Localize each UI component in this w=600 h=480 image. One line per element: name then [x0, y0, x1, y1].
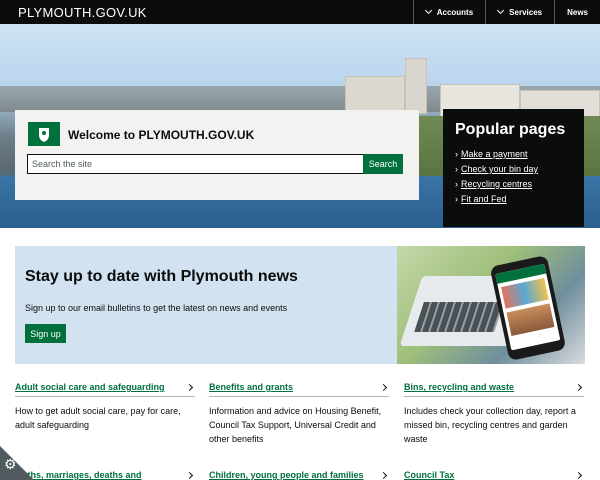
welcome-title: Welcome to PLYMOUTH.GOV.UK: [68, 128, 255, 142]
bullet-icon: ›: [455, 194, 458, 204]
service-children-families: Children, young people and families: [209, 470, 389, 480]
chevron-down-icon: [424, 6, 432, 15]
popular-link-fit-and-fed[interactable]: Fit and Fed: [461, 194, 507, 204]
service-description: How to get adult social care, pay for ca…: [15, 406, 181, 430]
service-bins-recycling: Bins, recycling and waste Includes check…: [404, 382, 584, 446]
list-item: › Recycling centres: [455, 179, 572, 189]
popular-link-make-payment[interactable]: Make a payment: [461, 149, 528, 159]
nav-news-label: News: [567, 7, 588, 17]
bullet-icon: ›: [455, 179, 458, 189]
sign-up-button[interactable]: Sign up: [25, 324, 66, 343]
service-description: Information and advice on Housing Benefi…: [209, 406, 382, 444]
chevron-right-icon: [379, 471, 388, 479]
service-description: Includes check your collection day, repo…: [404, 406, 576, 444]
nav-news[interactable]: News: [554, 0, 600, 24]
list-item: › Make a payment: [455, 149, 572, 159]
welcome-search-panel: Welcome to PLYMOUTH.GOV.UK Search: [15, 110, 419, 200]
list-item: › Check your bin day: [455, 164, 572, 174]
site-logo[interactable]: PLYMOUTH.GOV.UK: [18, 5, 413, 20]
popular-pages-panel: Popular pages › Make a payment › Check you…: [443, 109, 584, 227]
chevron-right-icon: [574, 471, 583, 479]
list-item: › Fit and Fed: [455, 194, 572, 204]
service-link[interactable]: Children, young people and families: [209, 470, 364, 480]
service-births-marriages: Births, marriages, deaths and: [15, 470, 195, 480]
popular-link-bin-day[interactable]: Check your bin day: [461, 164, 538, 174]
service-link[interactable]: Benefits and grants: [209, 382, 293, 392]
chevron-right-icon: [185, 471, 194, 479]
news-phone-image: [397, 246, 585, 364]
news-signup-banner: Stay up to date with Plymouth news Sign …: [15, 246, 585, 364]
search-button[interactable]: Search: [363, 154, 403, 174]
popular-pages-title: Popular pages: [455, 121, 566, 138]
chevron-right-icon: [379, 383, 388, 391]
service-link[interactable]: Bins, recycling and waste: [404, 382, 514, 392]
service-benefits-grants: Benefits and grants Information and advi…: [209, 382, 389, 446]
popular-link-recycling-centres[interactable]: Recycling centres: [461, 179, 532, 189]
service-link[interactable]: Births, marriages, deaths and: [15, 470, 142, 480]
search-input[interactable]: [27, 154, 364, 174]
service-link[interactable]: Council Tax: [404, 470, 454, 480]
chevron-right-icon: [185, 383, 194, 391]
hero-tower: [405, 58, 427, 114]
chevron-down-icon: [497, 6, 505, 15]
council-crest-icon: [28, 122, 60, 146]
news-title: Stay up to date with Plymouth news: [25, 268, 298, 285]
news-description: Sign up to our email bulletins to get th…: [25, 303, 288, 313]
bullet-icon: ›: [455, 164, 458, 174]
service-adult-social-care: Adult social care and safeguarding How t…: [15, 382, 195, 432]
nav-services-label: Services: [509, 7, 543, 17]
service-council-tax: Council Tax: [404, 470, 584, 480]
nav-accounts-label: Accounts: [436, 7, 474, 17]
nav-accounts[interactable]: Accounts: [412, 0, 485, 24]
site-header: PLYMOUTH.GOV.UK Accounts Services News: [0, 0, 600, 24]
nav-services[interactable]: Services: [485, 0, 554, 24]
gear-icon[interactable]: ⚙: [4, 456, 20, 472]
chevron-right-icon: [574, 383, 583, 391]
service-link[interactable]: Adult social care and safeguarding: [15, 382, 165, 392]
popular-pages-list: › Make a payment › Check your bin day › Rec…: [455, 149, 572, 204]
bullet-icon: ›: [455, 149, 458, 159]
